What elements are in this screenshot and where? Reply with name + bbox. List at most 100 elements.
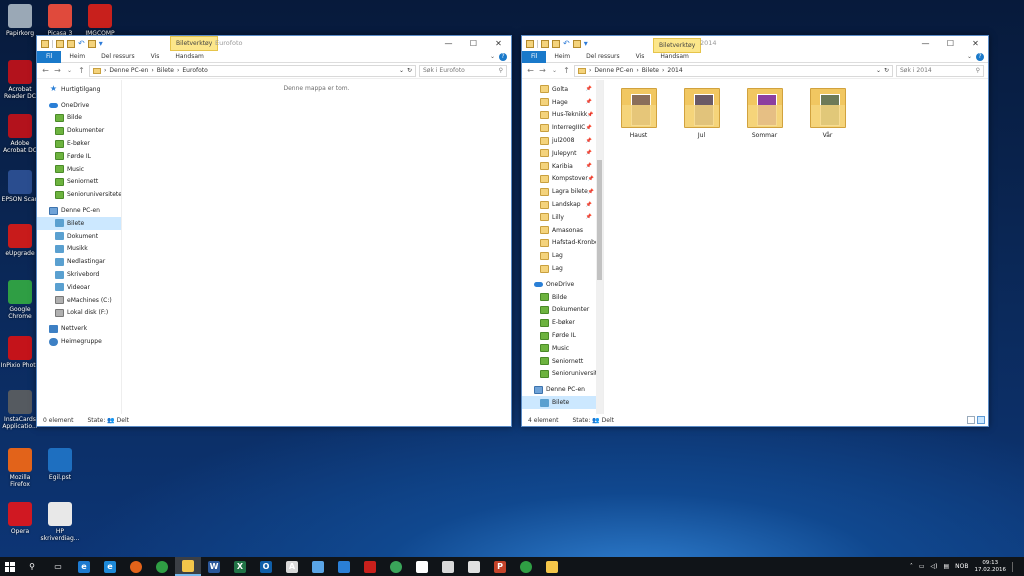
search-box[interactable]: Søk i Eurofoto ⚲ (419, 64, 507, 77)
delete-icon[interactable] (572, 39, 581, 48)
nav-item[interactable]: Dokumenter (37, 124, 121, 137)
taskbar-file-explorer-button[interactable] (175, 557, 201, 576)
nav-item[interactable]: Musikk (37, 243, 121, 256)
nav-item[interactable]: Music (522, 342, 596, 355)
search-box[interactable]: Søk i 2014 ⚲ (896, 64, 984, 77)
taskbar-outlook-button[interactable]: O (253, 557, 279, 576)
nav-item[interactable]: Førde IL (37, 150, 121, 163)
refresh-icon[interactable]: ↻ (884, 67, 889, 74)
nav-item[interactable]: Senioruniversitetet (37, 188, 121, 201)
taskbar-notepad-button[interactable] (539, 557, 565, 576)
help-icon[interactable]: ? (499, 53, 507, 61)
context-tab-picture-tools[interactable]: Biletverktøy (170, 36, 219, 51)
pin-icon[interactable]: 📌 (586, 138, 592, 144)
maximize-button[interactable]: ☐ (461, 36, 486, 51)
undo-icon[interactable]: ↶ (563, 39, 570, 48)
help-icon[interactable]: ? (976, 53, 984, 61)
pin-icon[interactable]: 📌 (588, 189, 594, 195)
explorer-window-2014[interactable]: ↶ ▾ Biletverktøy 2014 — ☐ ✕ Fil Heim Del… (521, 35, 989, 427)
desktop-icon[interactable]: Mozilla Firefox (0, 448, 40, 488)
nav-item[interactable]: Førde IL (522, 329, 596, 342)
nav-item[interactable]: Hus-Teknikk 📌 (522, 109, 596, 122)
breadcrumb-this-pc[interactable]: Denne PC-en (109, 67, 148, 74)
nav-item[interactable]: Seniornett (37, 176, 121, 189)
navigation-pane[interactable]: ★ Hurtigtilgang OneDrive Bilde Dokumenter E-b… (37, 80, 122, 414)
address-dropdown-icon[interactable]: ⌄ (399, 67, 404, 74)
nav-item[interactable]: Denne PC-en (37, 204, 121, 217)
minimize-button[interactable]: — (913, 36, 938, 51)
undo-icon[interactable]: ↶ (78, 39, 85, 48)
notifications-icon[interactable] (1012, 561, 1018, 572)
nav-item[interactable]: OneDrive (522, 278, 596, 291)
desktop-icon[interactable]: EPSON Scan (0, 170, 40, 203)
taskbar-imgcomp-button[interactable] (357, 557, 383, 576)
nav-item[interactable]: Seniornett (522, 355, 596, 368)
desktop-icon[interactable]: Egil.pst (40, 448, 80, 481)
search-icon[interactable]: ⚲ (499, 67, 503, 74)
nav-item[interactable]: Lagra bilete 📌 (522, 185, 596, 198)
nav-item[interactable]: Music (37, 163, 121, 176)
close-button[interactable]: ✕ (486, 36, 511, 51)
tab-manage[interactable]: Handsam (652, 51, 696, 63)
nav-item[interactable]: ★ Hurtigtilgang (37, 83, 121, 96)
tab-view[interactable]: Vis (143, 51, 168, 63)
action-center-icon[interactable]: ▤ (944, 563, 950, 570)
taskbar-store-button[interactable] (435, 557, 461, 576)
nav-item[interactable]: jul2008 📌 (522, 134, 596, 147)
taskbar-edge-button[interactable]: e (71, 557, 97, 576)
back-icon[interactable]: ← (41, 66, 50, 75)
chevron-down-icon[interactable]: ▾ (99, 39, 103, 48)
clock[interactable]: 09:13 17.02.2016 (975, 560, 1007, 574)
tab-home[interactable]: Heim (61, 51, 93, 63)
forward-icon[interactable]: → (53, 66, 62, 75)
explorer-window-eurofoto[interactable]: ↶ ▾ Biletverktøy Eurofoto — ☐ ✕ Fil Heim… (36, 35, 512, 427)
new-folder-icon[interactable] (552, 39, 560, 48)
pin-icon[interactable]: 📌 (586, 163, 592, 169)
nav-item[interactable]: Landskap 📌 (522, 198, 596, 211)
pin-icon[interactable]: 📌 (586, 86, 592, 92)
tab-home[interactable]: Heim (546, 51, 578, 63)
taskbar-search-button[interactable]: ⚲ (19, 557, 45, 576)
breadcrumb-this-pc[interactable]: Denne PC-en (594, 67, 633, 74)
pin-icon[interactable]: 📌 (586, 202, 592, 208)
desktop-icon[interactable]: Opera (0, 502, 40, 535)
pin-icon[interactable]: 📌 (588, 176, 594, 182)
folder-tile[interactable]: Sommar (742, 88, 787, 139)
pin-icon[interactable]: 📌 (587, 112, 593, 118)
breadcrumb-pictures[interactable]: Bilete (642, 67, 659, 74)
delete-icon[interactable] (87, 39, 96, 48)
folder-tile[interactable]: Jul (679, 88, 724, 139)
nav-item[interactable]: InterregIIIC 📌 (522, 121, 596, 134)
desktop-icon[interactable]: InPixio Photo (0, 336, 40, 369)
nav-item[interactable]: Nedlastingar (37, 255, 121, 268)
taskbar-word-button[interactable]: W (201, 557, 227, 576)
recent-locations-icon[interactable]: ⌄ (550, 67, 559, 74)
nav-item[interactable]: eMachines (C:) (37, 294, 121, 307)
large-icons-view-icon[interactable] (977, 416, 985, 424)
taskbar-settings-button[interactable] (409, 557, 435, 576)
desktop-icon[interactable]: eUpgrade (0, 224, 40, 257)
taskbar-internet-explorer-button[interactable]: e (97, 557, 123, 576)
up-icon[interactable]: ↑ (562, 66, 571, 75)
details-view-icon[interactable] (967, 416, 975, 424)
taskbar-chrome-2-button[interactable] (513, 557, 539, 576)
folder-tile[interactable]: Haust (616, 88, 661, 139)
search-input[interactable]: Søk i Eurofoto (423, 67, 499, 74)
volume-icon[interactable]: ◁) (931, 563, 938, 570)
nav-item[interactable]: OneDrive (37, 99, 121, 112)
minimize-button[interactable]: — (436, 36, 461, 51)
expand-ribbon-icon[interactable]: ⌄ (967, 51, 972, 63)
taskbar-acrobat-button[interactable]: A (279, 557, 305, 576)
nav-item[interactable]: Videoar (37, 281, 121, 294)
nav-item[interactable]: Skrivebord (37, 268, 121, 281)
taskbar-excel-button[interactable]: X (227, 557, 253, 576)
desktop-icon[interactable]: Adobe Acrobat DC (0, 114, 40, 154)
navigation-pane[interactable]: Golta 📌 Hage 📌 Hus-Teknikk 📌 InterregIIIC 📌 jul2… (522, 80, 604, 414)
search-input[interactable]: Søk i 2014 (900, 67, 976, 74)
pin-icon[interactable]: 📌 (586, 214, 592, 220)
search-icon[interactable]: ⚲ (976, 67, 980, 74)
address-bar[interactable]: › Denne PC-en › Bilete › Eurofoto ⌄ ↻ (89, 64, 416, 77)
scrollbar-thumb[interactable] (597, 160, 602, 280)
chevron-down-icon[interactable]: ▾ (584, 39, 588, 48)
file-list[interactable]: Haust Jul Sommar Vår (604, 80, 988, 414)
